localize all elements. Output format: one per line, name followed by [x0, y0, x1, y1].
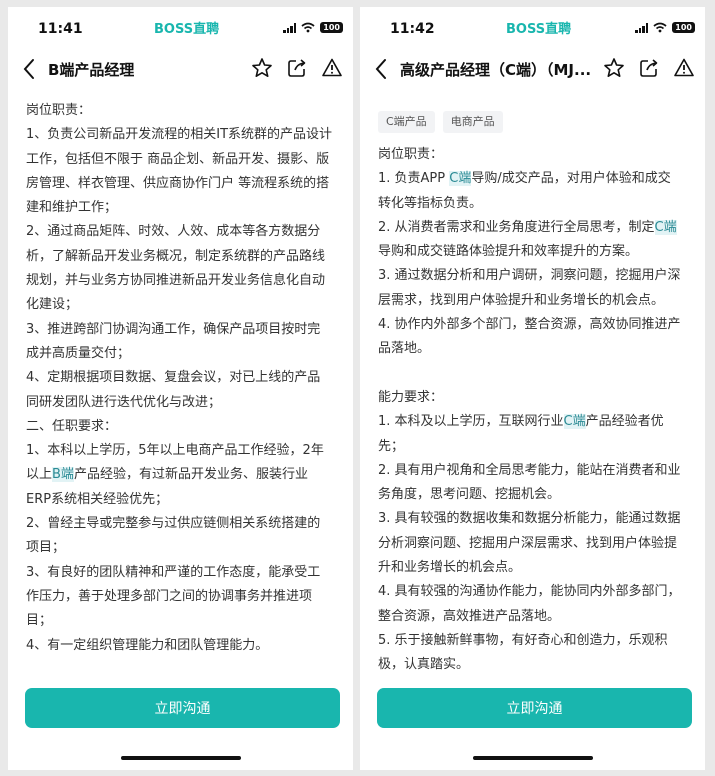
text-line: 4、有一定组织管理能力和团队管理能力。: [26, 637, 269, 653]
text-line: 务角度，思考问题、挖掘机会。: [378, 487, 561, 503]
text-line: 能力要求：: [378, 389, 444, 405]
text-line: 2. 从消费者需求和业务角度进行全局思考，制定C端: [378, 219, 677, 235]
cellular-signal-icon: [635, 22, 649, 33]
nav-bar: B端产品经理: [8, 51, 353, 87]
text-line: 1、负责公司新品开发流程的相关IT系统群的产品设计: [26, 127, 333, 143]
report-warning-icon[interactable]: [673, 57, 695, 79]
text-line: 先；: [378, 438, 405, 454]
text-line: 同研发团队进行迭代优化与改进；: [26, 394, 222, 410]
text-line: 3. 通过数据分析和用户调研，洞察问题，挖掘用户深: [378, 268, 681, 284]
page-title: 高级产品经理（C端）（MJ...: [400, 61, 592, 79]
nav-bar: 高级产品经理（C端）（MJ...: [360, 51, 705, 87]
wifi-icon: [653, 22, 667, 33]
text-line: 导购和成交链路体验提升和效率提升的方案。: [378, 244, 639, 260]
keyword-highlight: C端: [449, 171, 472, 187]
back-arrow-icon[interactable]: [374, 57, 388, 81]
text-line: 4. 具有较强的沟通协作能力，能协同内外部多部门，: [378, 584, 681, 600]
cellular-signal-icon: [283, 22, 297, 33]
text-line: 3、有良好的团队精神和严谨的工作态度，能承受工: [26, 564, 321, 580]
keyword-highlight: C端: [563, 414, 586, 430]
text-line: 析，了解新品开发业务概况，制定系统群的产品路线: [26, 248, 326, 264]
text-line: 工作，包括但不限于 商品企划、新品开发、摄影、版: [26, 151, 330, 167]
text-line: ERP系统相关经验优先；: [26, 491, 169, 507]
battery-icon: 100: [320, 22, 343, 33]
text-line: [378, 362, 691, 386]
text-line: 2. 具有用户视角和全局思考能力，能站在消费者和业: [378, 462, 681, 478]
text-line: 升和业务增长的机会点。: [378, 560, 522, 576]
text-line: 4、定期根据项目数据、复盘会议，对已上线的产品: [26, 370, 321, 386]
back-arrow-icon[interactable]: [22, 57, 36, 81]
keyword-highlight: C端: [654, 219, 677, 235]
share-icon[interactable]: [638, 57, 660, 79]
text-line: 3、推进跨部门协调沟通工作，确保产品项目按时完: [26, 321, 321, 337]
text-line: 层需求，找到用户体验提升和业务增长的机会点。: [378, 292, 665, 308]
text-line: 整合资源，高效推进产品落地。: [378, 608, 561, 624]
chat-now-button[interactable]: 立即沟通: [25, 688, 340, 728]
chat-now-button[interactable]: 立即沟通: [377, 688, 692, 728]
status-bar: 11:41 BOSS直聘 100: [8, 7, 353, 49]
home-indicator[interactable]: [120, 756, 241, 760]
text-line: 二、任职要求：: [26, 418, 118, 434]
text-line: 成并高质量交付；: [26, 345, 131, 361]
tag-list: C端产品 电商产品: [378, 111, 691, 133]
text-line: 目；: [26, 613, 53, 629]
share-icon[interactable]: [286, 57, 308, 79]
text-line: 规划，并与业务方协同推进新品开发业务信息化自动: [26, 273, 326, 289]
text-line: 项目；: [26, 540, 66, 556]
text-line: 化建设；: [26, 297, 79, 313]
status-time: 11:41: [38, 21, 83, 37]
app-brand: BOSS直聘: [154, 22, 220, 37]
text-line: 1. 负责APP C端导购/成交产品，对用户体验和成交: [378, 171, 671, 187]
job-detail-screen-2: 11:42 BOSS直聘 100 高级产品经理（C端）（MJ... C端产品 电…: [360, 7, 705, 770]
report-warning-icon[interactable]: [321, 57, 343, 79]
text-line: 2、通过商品矩阵、时效、人效、成本等各方数据分: [26, 224, 321, 240]
status-time: 11:42: [390, 21, 435, 37]
text-line: 作压力，善于处理多部门之间的协调事务并推进项: [26, 588, 313, 604]
battery-icon: 100: [672, 22, 695, 33]
tag-chip[interactable]: 电商产品: [442, 111, 503, 133]
star-icon[interactable]: [251, 57, 273, 79]
text-line: 2、曾经主导或完整参与过供应链侧相关系统搭建的: [26, 516, 321, 532]
keyword-highlight: B端: [52, 467, 74, 483]
text-line: 分析洞察问题、挖掘用户深层需求、找到用户体验提: [378, 535, 678, 551]
text-line: 极，认真踏实。: [378, 657, 470, 673]
job-detail-screen-1: 11:41 BOSS直聘 100 B端产品经理 岗位职责： 1、负责公司新品开发…: [8, 7, 353, 770]
app-brand: BOSS直聘: [506, 22, 572, 37]
text-line: 建和维护工作；: [26, 200, 118, 216]
text-line: 1. 本科及以上学历，互联网行业C端产品经验者优: [378, 414, 664, 430]
text-line: 3. 具有较强的数据收集和数据分析能力，能通过数据: [378, 511, 681, 527]
text-line: 岗位职责：: [378, 147, 444, 162]
scroll-fade: [360, 85, 705, 103]
wifi-icon: [301, 22, 315, 33]
text-line: 5. 乐于接触新鲜事物，有好奇心和创造力，乐观积: [378, 632, 668, 648]
tag-chip[interactable]: C端产品: [378, 111, 435, 133]
page-title: B端产品经理: [48, 61, 135, 79]
text-line: 转化等指标负责。: [378, 195, 483, 211]
text-line: 岗位职责：: [26, 103, 92, 118]
star-icon[interactable]: [603, 57, 625, 79]
text-line: 房管理、样衣管理、供应商协作门户 等流程系统的搭: [26, 175, 330, 191]
text-line: 4. 协作内外部多个部门，整合资源，高效协同推进产: [378, 317, 681, 333]
job-description: 岗位职责： 1、负责公司新品开发流程的相关IT系统群的产品设计 工作，包括但不限…: [26, 99, 339, 658]
home-indicator[interactable]: [472, 756, 593, 760]
job-description: C端产品 电商产品 岗位职责： 1. 负责APP C端导购/成交产品，对用户体验…: [378, 105, 691, 678]
text-line: 品落地。: [378, 341, 431, 357]
status-bar: 11:42 BOSS直聘 100: [360, 7, 705, 49]
text-line: 以上B端产品经验，有过新品开发业务、服装行业: [26, 467, 308, 483]
text-line: 1、本科以上学历，5年以上电商产品工作经验，2年: [26, 443, 324, 459]
